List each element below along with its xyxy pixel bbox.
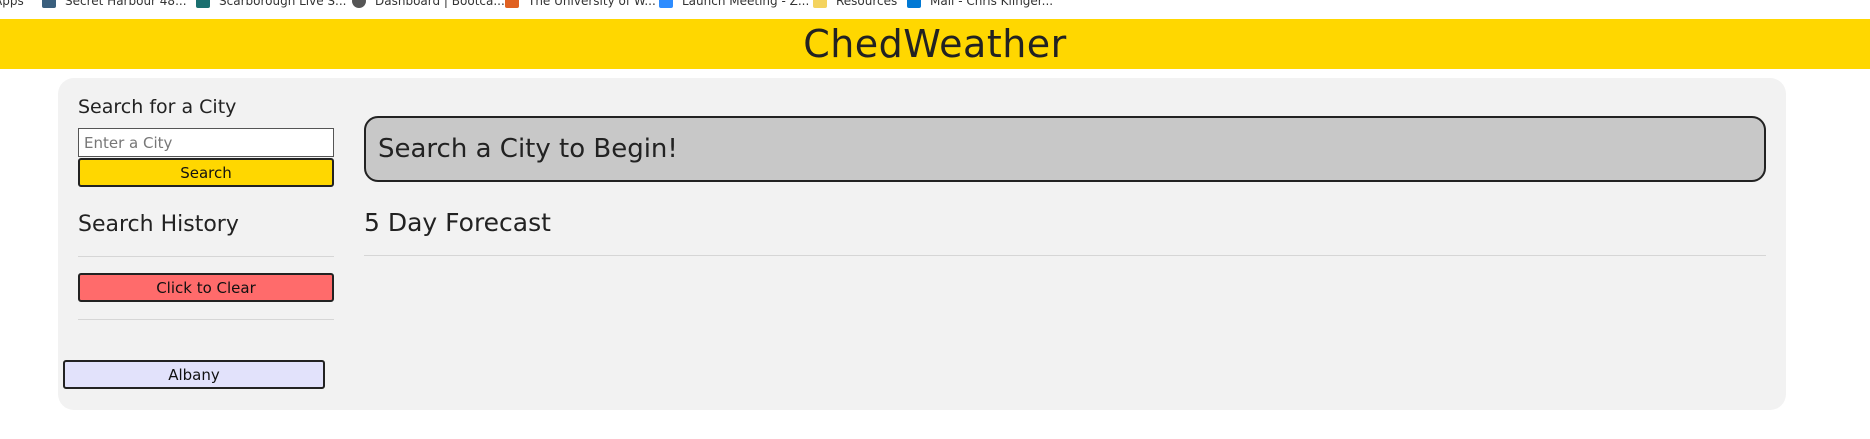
app-header: ChedWeather xyxy=(0,19,1870,69)
bookmark-resources[interactable]: Resources xyxy=(813,0,897,8)
scarborough-icon xyxy=(196,0,210,8)
bookmark-label: Apps xyxy=(0,0,24,8)
search-button[interactable]: Search xyxy=(78,158,334,187)
current-weather-banner: Search a City to Begin! xyxy=(364,116,1766,182)
main-card: Search for a City Search Search History … xyxy=(58,78,1786,410)
bookmarks-bar: Apps Secret Harbour 48... Scarborough Li… xyxy=(0,0,1870,19)
bookmark-label: Secret Harbour 48... xyxy=(65,0,187,8)
bookmark-label: Dashboard | Bootca... xyxy=(375,0,505,8)
bootcamp-icon xyxy=(352,0,366,8)
bookmark-zoom[interactable]: Launch Meeting - Z... xyxy=(659,0,809,8)
city-search-input[interactable] xyxy=(78,128,334,157)
divider xyxy=(78,319,334,320)
clear-history-button[interactable]: Click to Clear xyxy=(78,273,334,302)
bookmark-label: Launch Meeting - Z... xyxy=(682,0,810,8)
bookmark-university[interactable]: The University of W... xyxy=(505,0,656,8)
bookmark-apps[interactable]: Apps xyxy=(0,0,24,8)
folder-icon xyxy=(813,0,827,8)
microsoft-icon xyxy=(907,0,921,8)
bookmark-mail[interactable]: Mail - Chris Klinger... xyxy=(907,0,1053,8)
zoom-icon xyxy=(659,0,673,8)
university-crest-icon xyxy=(505,0,519,8)
history-item-albany[interactable]: Albany xyxy=(63,360,325,389)
divider xyxy=(78,256,334,257)
bookmark-label: Mail - Chris Klinger... xyxy=(930,0,1054,8)
bookmark-label: Resources xyxy=(836,0,898,8)
search-label: Search for a City xyxy=(78,96,237,118)
house-icon xyxy=(42,0,56,8)
banner-message: Search a City to Begin! xyxy=(378,134,678,164)
bookmark-scarborough[interactable]: Scarborough Live S... xyxy=(196,0,347,8)
bookmark-label: Scarborough Live S... xyxy=(219,0,347,8)
forecast-heading: 5 Day Forecast xyxy=(364,208,551,237)
bookmark-dashboard[interactable]: Dashboard | Bootca... xyxy=(352,0,505,8)
divider xyxy=(364,255,1766,256)
bookmark-secret-harbour[interactable]: Secret Harbour 48... xyxy=(42,0,187,8)
bookmark-label: The University of W... xyxy=(528,0,656,8)
search-history-heading: Search History xyxy=(78,212,239,237)
app-title: ChedWeather xyxy=(803,22,1067,66)
